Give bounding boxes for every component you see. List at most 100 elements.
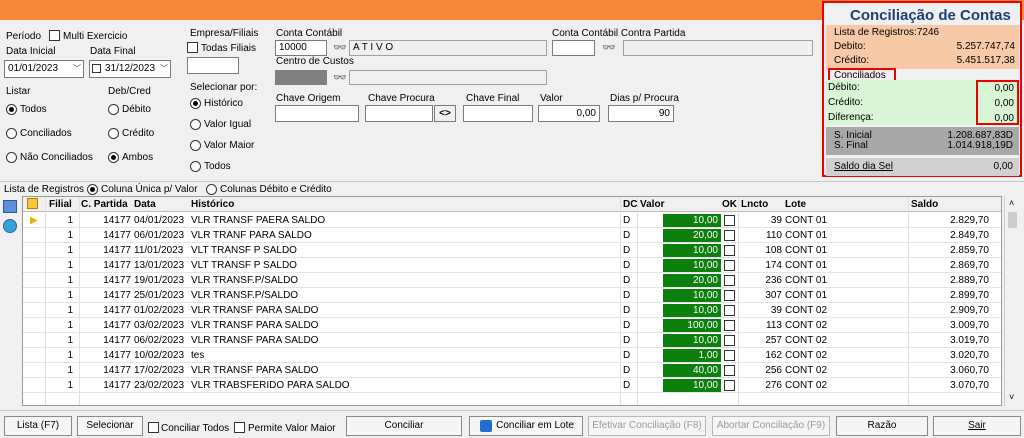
data-final-select[interactable]: 31/12/2023 ﹀ [89, 60, 171, 78]
chevron-down-icon[interactable]: ˅ [1009, 392, 1014, 402]
valor-input[interactable]: 0,00 [538, 105, 600, 122]
globe-icon[interactable] [3, 219, 17, 233]
ok-checkbox[interactable] [724, 275, 735, 286]
radio-coluna-unica[interactable] [87, 184, 98, 195]
cell-saldo: 2.849,70 [950, 230, 989, 241]
chave-final-input[interactable] [463, 105, 533, 122]
radio-historico[interactable] [190, 98, 201, 109]
col-dc[interactable]: DC [623, 199, 637, 210]
sair-button[interactable]: Sair [933, 416, 1021, 436]
table-row[interactable]: 1 14177 06/01/2023 VLR TRANF PARA SALDO D 110… [23, 228, 1001, 243]
empresa-input[interactable] [187, 57, 239, 74]
s-final-label: S. Final [834, 140, 868, 151]
ok-checkbox[interactable] [724, 245, 735, 256]
multi-exercicio-checkbox[interactable] [49, 30, 60, 41]
permite-valor-maior-checkbox[interactable] [234, 422, 245, 433]
conciliar-lote-button[interactable]: Conciliar em Lote [469, 416, 583, 436]
cell-lote: CONT 02 [785, 305, 828, 316]
col-historico[interactable]: Histórico [191, 199, 234, 210]
ok-checkbox[interactable] [724, 365, 735, 376]
centro-custos-input[interactable] [275, 70, 327, 85]
col-valor[interactable]: Valor [640, 199, 664, 210]
sort-icon[interactable] [27, 198, 38, 209]
scroll-thumb[interactable] [1008, 212, 1017, 228]
radio-sel-todos[interactable] [190, 161, 201, 172]
table-row[interactable]: 1 14177 17/02/2023 VLR TRANSF PARA SALDO D 25… [23, 363, 1001, 378]
radio-valor-maior[interactable] [190, 140, 201, 151]
data-final-checkbox[interactable] [92, 64, 101, 73]
table-row[interactable]: 1 14177 03/02/2023 VLR TRANSF PARA SALDO D 11… [23, 318, 1001, 333]
chave-origem-input[interactable] [275, 105, 359, 122]
table-row[interactable]: 1 14177 11/01/2023 VLT TRANSF P SALDO D 108 CO… [23, 243, 1001, 258]
records-grid[interactable]: Filial C. Partida Data Histórico DC Valo… [22, 196, 1002, 406]
cell-dc: D [623, 290, 631, 301]
razao-button[interactable]: Razão [836, 416, 928, 436]
cell-lncto: 174 [765, 260, 782, 271]
col-data[interactable]: Data [134, 199, 156, 210]
grid-scrollbar[interactable]: ˄ ˅ [1004, 196, 1020, 406]
efetivar-button[interactable]: Efetivar Conciliação (F8) [588, 416, 706, 436]
ok-checkbox[interactable] [724, 260, 735, 271]
radio-conciliados[interactable] [6, 128, 17, 139]
empresa-label: Empresa/Filiais [190, 28, 259, 39]
col-filial[interactable]: Filial [49, 199, 72, 210]
radio-nao-conciliados[interactable] [6, 152, 17, 163]
todas-filiais-checkbox[interactable] [187, 42, 198, 53]
binoculars-icon[interactable]: 👓 [602, 41, 616, 55]
credito-label: Crédito: [834, 55, 870, 66]
swap-icon[interactable]: <> [434, 105, 456, 122]
table-row[interactable]: ▶ 1 14177 04/01/2023 VLR TRANSF PAERA SALDO D… [23, 213, 1001, 228]
selecionar-button[interactable]: Selecionar [77, 416, 143, 436]
dias-input[interactable]: 90 [608, 105, 674, 122]
cell-lncto: 162 [765, 350, 782, 361]
ok-checkbox[interactable] [724, 290, 735, 301]
conciliar-button[interactable]: Conciliar [346, 416, 462, 436]
ok-checkbox[interactable] [724, 335, 735, 346]
radio-todos[interactable] [6, 104, 17, 115]
conta-contabil-input[interactable]: 10000 [275, 40, 327, 56]
table-row[interactable]: 1 14177 13/01/2023 VLT TRANSF P SALDO D 174 CO… [23, 258, 1001, 273]
saldo-dia-box: Saldo dia Sel 0,00 [826, 158, 1019, 176]
col-cpartida[interactable]: C. Partida [81, 199, 128, 210]
col-ok[interactable]: OK [722, 199, 737, 210]
table-row[interactable]: 1 14177 25/01/2023 VLR TRANSF.P/SALDO D 307 CO… [23, 288, 1001, 303]
table-row[interactable]: 1 14177 01/02/2023 VLR TRANSF PARA SALDO D 39… [23, 303, 1001, 318]
ok-checkbox[interactable] [724, 305, 735, 316]
table-row[interactable]: 1 14177 23/02/2023 VLR TRABSFERIDO PARA SAL… [23, 378, 1001, 393]
binoculars-icon[interactable]: 👓 [333, 41, 347, 55]
cell-saldo: 3.070,70 [950, 380, 989, 391]
data-final-label: Data Final [90, 46, 136, 57]
radio-valor-igual[interactable] [190, 119, 201, 130]
table-row[interactable]: 1 14177 06/02/2023 VLR TRANSF PARA SALDO D 25… [23, 333, 1001, 348]
ok-checkbox[interactable] [724, 215, 735, 226]
divider [0, 410, 1024, 411]
radio-credito[interactable] [108, 128, 119, 139]
conciliar-todos-checkbox[interactable] [148, 422, 159, 433]
lista-button[interactable]: Lista (F7) [4, 416, 72, 436]
chevron-up-icon[interactable]: ˄ [1009, 198, 1014, 208]
contra-partida-input[interactable] [552, 40, 595, 56]
col-lote[interactable]: Lote [785, 199, 806, 210]
abortar-button[interactable]: Abortar Conciliação (F9) [712, 416, 830, 436]
cell-cpartida: 14177 [103, 290, 131, 301]
ok-checkbox[interactable] [724, 230, 735, 241]
chave-procura-input[interactable] [365, 105, 433, 122]
ok-checkbox[interactable] [724, 380, 735, 391]
cell-lncto: 39 [770, 305, 782, 316]
ok-checkbox[interactable] [724, 320, 735, 331]
table-row[interactable]: 1 14177 10/02/2023 tes D 162 CONT 02 3.020,70 1,… [23, 348, 1001, 363]
cell-historico: VLR TRANSF PARA SALDO [191, 320, 319, 331]
cell-filial: 1 [67, 245, 73, 256]
ok-checkbox[interactable] [724, 350, 735, 361]
data-inicial-select[interactable]: 01/01/2023 ﹀ [4, 60, 84, 78]
col-saldo[interactable]: Saldo [911, 199, 938, 210]
table-row[interactable]: 1 14177 19/01/2023 VLR TRANSF.P/SALDO D 236 CO… [23, 273, 1001, 288]
radio-ambos[interactable] [108, 152, 119, 163]
radio-debito[interactable] [108, 104, 119, 115]
conciliar-lote-label: Conciliar em Lote [496, 420, 574, 431]
export-icon[interactable] [3, 200, 17, 213]
col-lncto[interactable]: Lncto [741, 199, 768, 210]
radio-colunas-debcred[interactable] [206, 184, 217, 195]
cell-filial: 1 [67, 380, 73, 391]
saldos-box: S. Inicial 1.208.687,83D S. Final 1.014.… [826, 127, 1019, 155]
